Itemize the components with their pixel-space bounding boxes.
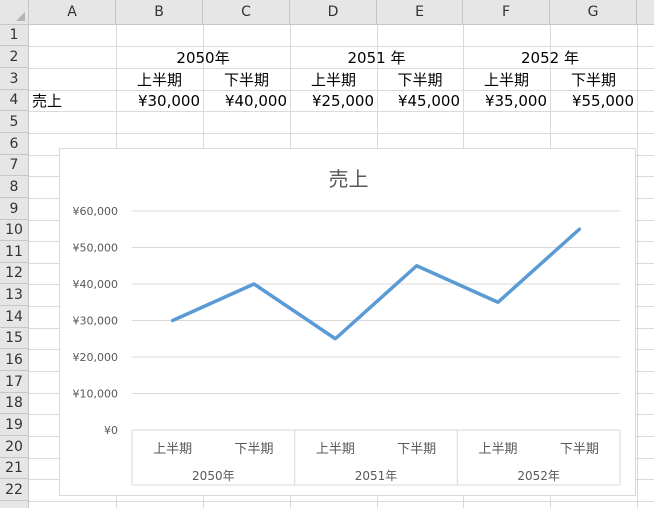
row-header-23[interactable]	[0, 501, 29, 508]
y-tick-label: ¥60,000	[73, 205, 119, 218]
row-header-1[interactable]: 1	[0, 25, 29, 46]
x-group-label: 2052年	[517, 469, 560, 483]
spreadsheet: A B C D E F G 1 2 3 4 5 6 7 8 9 10 11 12…	[0, 0, 654, 508]
row-header-17[interactable]: 17	[0, 371, 29, 393]
x-tick-label: 下半期	[560, 442, 599, 457]
cell-e3[interactable]: 下半期	[377, 68, 463, 90]
row-header-22[interactable]: 22	[0, 479, 29, 501]
gridline	[29, 111, 654, 112]
y-tick-label: ¥10,000	[73, 388, 119, 401]
row-header-18[interactable]: 18	[0, 393, 29, 414]
cell-f4[interactable]: ¥35,000	[463, 90, 550, 111]
x-tick-label: 下半期	[234, 442, 273, 457]
column-header-e[interactable]: E	[377, 0, 463, 25]
cell-g3[interactable]: 下半期	[550, 68, 637, 90]
row-header-14[interactable]: 14	[0, 306, 29, 328]
cell-f2[interactable]: 2052 年	[463, 46, 637, 68]
cell-c3[interactable]: 下半期	[203, 68, 290, 90]
row-header-12[interactable]: 12	[0, 263, 29, 284]
row-header-7[interactable]: 7	[0, 155, 29, 176]
cell-f3[interactable]: 上半期	[463, 68, 550, 90]
column-header-a[interactable]: A	[29, 0, 116, 25]
cell-b3[interactable]: 上半期	[116, 68, 203, 90]
cell-b4[interactable]: ¥30,000	[116, 90, 203, 111]
gridline	[29, 133, 654, 134]
row-header-10[interactable]: 10	[0, 220, 29, 241]
select-all-corner[interactable]	[0, 0, 29, 25]
row-header-4[interactable]: 4	[0, 90, 29, 111]
x-tick-label: 下半期	[397, 442, 436, 457]
row-header-15[interactable]: 15	[0, 328, 29, 349]
cell-c4[interactable]: ¥40,000	[203, 90, 290, 111]
row-header-21[interactable]: 21	[0, 458, 29, 479]
select-all-icon	[16, 12, 25, 21]
row-header-8[interactable]: 8	[0, 176, 29, 198]
row-header-13[interactable]: 13	[0, 284, 29, 306]
column-header-b[interactable]: B	[116, 0, 203, 25]
cell-d2[interactable]: 2051 年	[290, 46, 463, 68]
x-tick-label: 上半期	[153, 442, 192, 457]
y-tick-label: ¥40,000	[73, 278, 119, 291]
y-tick-label: ¥20,000	[73, 351, 119, 364]
cell-b2[interactable]: 2050年	[116, 46, 290, 68]
row-header-11[interactable]: 11	[0, 241, 29, 263]
row-header-9[interactable]: 9	[0, 198, 29, 220]
sales-chart[interactable]: 売上 ¥0 ¥10,000 ¥20,000 ¥30,000 ¥40,000 ¥50,000…	[59, 148, 636, 496]
column-header-d[interactable]: D	[290, 0, 377, 25]
column-header-h[interactable]	[637, 0, 654, 25]
row-header-16[interactable]: 16	[0, 349, 29, 371]
x-group-label: 2050年	[192, 469, 235, 483]
cell-d4[interactable]: ¥25,000	[290, 90, 377, 111]
x-group-label: 2051年	[355, 469, 398, 483]
chart-plot: ¥0 ¥10,000 ¥20,000 ¥30,000 ¥40,000 ¥50,000 ¥60…	[73, 205, 621, 486]
y-tick-label: ¥30,000	[73, 315, 119, 328]
cell-g4[interactable]: ¥55,000	[550, 90, 637, 111]
row-header-6[interactable]: 6	[0, 133, 29, 155]
column-header-f[interactable]: F	[463, 0, 550, 25]
row-header-5[interactable]: 5	[0, 111, 29, 133]
row-header-20[interactable]: 20	[0, 436, 29, 458]
x-tick-label: 上半期	[478, 442, 517, 457]
gridline	[29, 501, 654, 502]
cell-d3[interactable]: 上半期	[290, 68, 377, 90]
row-header-2[interactable]: 2	[0, 46, 29, 68]
y-tick-label: ¥50,000	[73, 242, 119, 255]
column-header-c[interactable]: C	[203, 0, 290, 25]
row-header-3[interactable]: 3	[0, 68, 29, 90]
cell-a4[interactable]: 売上	[29, 90, 116, 111]
column-header-g[interactable]: G	[550, 0, 637, 25]
y-tick-label: ¥0	[104, 424, 118, 437]
x-tick-label: 上半期	[316, 442, 355, 457]
cell-e4[interactable]: ¥45,000	[377, 90, 463, 111]
row-header-19[interactable]: 19	[0, 414, 29, 436]
